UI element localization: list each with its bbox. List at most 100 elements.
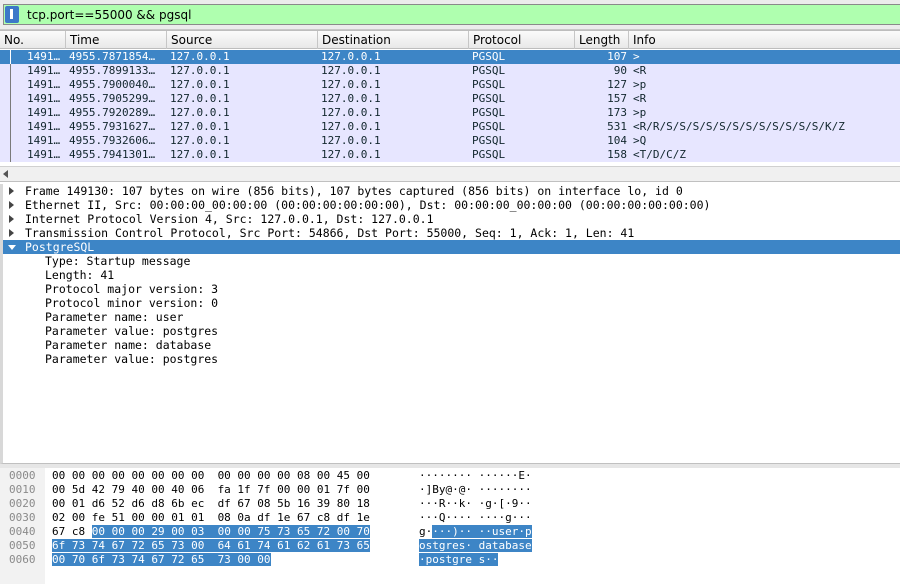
packet-bytes-pane[interactable]: 0000 00 00 00 00 00 00 00 00 00 00 00 00… bbox=[0, 468, 900, 584]
packet-length: 157 bbox=[607, 92, 627, 105]
packet-row[interactable]: 1491… 4955.7905299… 127.0.0.1 127.0.0.1 … bbox=[0, 92, 900, 106]
detail-field-row[interactable]: Protocol minor version: 0 bbox=[3, 296, 900, 310]
packet-destination: 127.0.0.1 bbox=[321, 50, 381, 63]
packet-time: 4955.7931627… bbox=[69, 120, 156, 133]
packet-no: 1491… bbox=[27, 148, 61, 161]
packet-list[interactable]: No. Time Source Destination Protocol Len… bbox=[0, 30, 900, 166]
column-header-destination[interactable]: Destination bbox=[318, 31, 469, 49]
column-header-info[interactable]: Info bbox=[629, 31, 900, 49]
packet-info: >p bbox=[633, 78, 647, 91]
bytes-offset: 0040 bbox=[9, 525, 36, 538]
detail-field-row[interactable]: Length: 41 bbox=[3, 268, 900, 282]
detail-pgsql-label: PostgreSQL bbox=[25, 240, 95, 254]
packet-protocol: PGSQL bbox=[472, 148, 506, 161]
bytes-hex[interactable]: 00 70 6f 73 74 67 72 65 73 00 00 bbox=[52, 553, 271, 567]
bytes-row: 0000 00 00 00 00 00 00 00 00 00 00 00 00… bbox=[0, 469, 532, 483]
detail-field-row[interactable]: Parameter value: postgres bbox=[3, 324, 900, 338]
detail-field-row[interactable]: Parameter name: user bbox=[3, 310, 900, 324]
column-header-source[interactable]: Source bbox=[167, 31, 318, 49]
packet-destination: 127.0.0.1 bbox=[321, 92, 381, 105]
packet-time: 4955.7932606… bbox=[69, 134, 156, 147]
bytes-ascii[interactable]: ·postgre s·· bbox=[419, 553, 499, 567]
scroll-left-arrow-icon[interactable] bbox=[3, 170, 8, 178]
bytes-ascii[interactable]: ········ ······E· bbox=[419, 469, 532, 483]
conversation-line-icon bbox=[10, 148, 11, 162]
packet-time: 4955.7920289… bbox=[69, 106, 156, 119]
packet-length: 173 bbox=[607, 106, 627, 119]
bytes-offset: 0020 bbox=[9, 497, 36, 510]
packet-source: 127.0.0.1 bbox=[170, 92, 230, 105]
bytes-ascii-plain: ········ ······E· bbox=[419, 469, 532, 482]
bytes-offset: 0010 bbox=[9, 483, 36, 496]
packet-length: 107 bbox=[607, 50, 627, 63]
detail-tcp-row[interactable]: Transmission Control Protocol, Src Port:… bbox=[3, 226, 900, 240]
packet-row[interactable]: 1491… 4955.7899133… 127.0.0.1 127.0.0.1 … bbox=[0, 64, 900, 78]
packet-row-selected[interactable]: 1491… 4955.7871854… 127.0.0.1 127.0.0.1 … bbox=[0, 50, 900, 64]
display-filter-input[interactable] bbox=[3, 4, 900, 25]
bytes-hex[interactable]: 00 00 00 00 00 00 00 00 00 00 00 00 08 0… bbox=[52, 469, 370, 483]
bytes-hex[interactable]: 67 c8 00 00 00 29 00 03 00 00 75 73 65 7… bbox=[52, 525, 370, 539]
packet-protocol: PGSQL bbox=[472, 78, 506, 91]
detail-field-row[interactable]: Protocol major version: 3 bbox=[3, 282, 900, 296]
bytes-offset: 0030 bbox=[9, 511, 36, 524]
bytes-ascii[interactable]: g····)·· ··user·p bbox=[419, 525, 532, 539]
bytes-hex[interactable]: 00 5d 42 79 40 00 40 06 fa 1f 7f 00 00 0… bbox=[52, 483, 370, 497]
packet-protocol: PGSQL bbox=[472, 120, 506, 133]
packet-protocol: PGSQL bbox=[472, 64, 506, 77]
packet-length: 531 bbox=[607, 120, 627, 133]
detail-field-row[interactable]: Parameter name: database bbox=[3, 338, 900, 352]
bytes-hex-highlight: 00 00 00 29 00 03 00 00 75 73 65 72 00 7… bbox=[91, 525, 370, 538]
conversation-line-icon bbox=[10, 78, 11, 92]
packet-destination: 127.0.0.1 bbox=[321, 64, 381, 77]
bytes-ascii[interactable]: ostgres· database bbox=[419, 539, 532, 553]
packet-source: 127.0.0.1 bbox=[170, 64, 230, 77]
packet-length: 104 bbox=[607, 134, 627, 147]
filter-bookmark-icon[interactable] bbox=[5, 6, 19, 23]
packet-info: <R bbox=[633, 64, 647, 77]
packet-info: >p bbox=[633, 106, 647, 119]
packet-list-horizontal-scrollbar[interactable] bbox=[0, 166, 900, 182]
bytes-ascii[interactable]: ···Q···· ····g··· bbox=[419, 511, 532, 525]
packet-row[interactable]: 1491… 4955.7932606… 127.0.0.1 127.0.0.1 … bbox=[0, 134, 900, 148]
expand-arrow-icon[interactable] bbox=[9, 187, 14, 195]
column-header-no[interactable]: No. bbox=[0, 31, 66, 49]
packet-row[interactable]: 1491… 4955.7941301… 127.0.0.1 127.0.0.1 … bbox=[0, 148, 900, 162]
expand-arrow-icon[interactable] bbox=[9, 201, 14, 209]
expand-arrow-icon[interactable] bbox=[9, 229, 14, 237]
bytes-hex-plain: 02 00 fe 51 00 00 01 01 08 0a df 1e 67 c… bbox=[52, 511, 370, 524]
bytes-offset: 0060 bbox=[9, 553, 36, 566]
packet-details-pane: Frame 149130: 107 bytes on wire (856 bit… bbox=[0, 184, 900, 464]
bytes-ascii-plain: ·]By@·@· ········ bbox=[419, 483, 532, 496]
conversation-line-icon bbox=[10, 106, 11, 120]
packet-protocol: PGSQL bbox=[472, 50, 506, 63]
bytes-hex-plain: 00 00 00 00 00 00 00 00 00 00 00 00 08 0… bbox=[52, 469, 370, 482]
collapse-arrow-icon[interactable] bbox=[8, 245, 16, 250]
column-header-protocol[interactable]: Protocol bbox=[469, 31, 575, 49]
detail-ethernet-row[interactable]: Ethernet II, Src: 00:00:00_00:00:00 (00:… bbox=[3, 198, 900, 212]
detail-pgsql-row[interactable]: PostgreSQL bbox=[3, 240, 900, 254]
detail-field-param-name: Parameter name: user bbox=[45, 310, 184, 324]
packet-destination: 127.0.0.1 bbox=[321, 106, 381, 119]
packet-row[interactable]: 1491… 4955.7931627… 127.0.0.1 127.0.0.1 … bbox=[0, 120, 900, 134]
bytes-hex[interactable]: 00 01 d6 52 d6 d8 6b ec df 67 08 5b 16 3… bbox=[52, 497, 370, 511]
detail-field-row[interactable]: Parameter value: postgres bbox=[3, 352, 900, 366]
bytes-ascii[interactable]: ·]By@·@· ········ bbox=[419, 483, 532, 497]
detail-ip-row[interactable]: Internet Protocol Version 4, Src: 127.0.… bbox=[3, 212, 900, 226]
packet-row[interactable]: 1491… 4955.7900040… 127.0.0.1 127.0.0.1 … bbox=[0, 78, 900, 92]
packet-time: 4955.7900040… bbox=[69, 78, 156, 91]
bytes-offset: 0050 bbox=[9, 539, 36, 552]
column-header-length[interactable]: Length bbox=[575, 31, 629, 49]
bytes-ascii-highlight: ·postgre s·· bbox=[419, 553, 499, 566]
expand-arrow-icon[interactable] bbox=[9, 215, 14, 223]
detail-field-row[interactable]: Type: Startup message bbox=[3, 254, 900, 268]
column-header-time[interactable]: Time bbox=[66, 31, 167, 49]
packet-time: 4955.7871854… bbox=[69, 50, 156, 63]
packet-row[interactable]: 1491… 4955.7920289… 127.0.0.1 127.0.0.1 … bbox=[0, 106, 900, 120]
bytes-ascii[interactable]: ···R··k· ·g·[·9·· bbox=[419, 497, 532, 511]
packet-time: 4955.7905299… bbox=[69, 92, 156, 105]
packet-no: 1491… bbox=[27, 106, 61, 119]
conversation-line-icon bbox=[10, 120, 11, 134]
detail-frame-row[interactable]: Frame 149130: 107 bytes on wire (856 bit… bbox=[3, 184, 900, 198]
bytes-hex[interactable]: 6f 73 74 67 72 65 73 00 64 61 74 61 62 6… bbox=[52, 539, 370, 553]
bytes-hex[interactable]: 02 00 fe 51 00 00 01 01 08 0a df 1e 67 c… bbox=[52, 511, 370, 525]
